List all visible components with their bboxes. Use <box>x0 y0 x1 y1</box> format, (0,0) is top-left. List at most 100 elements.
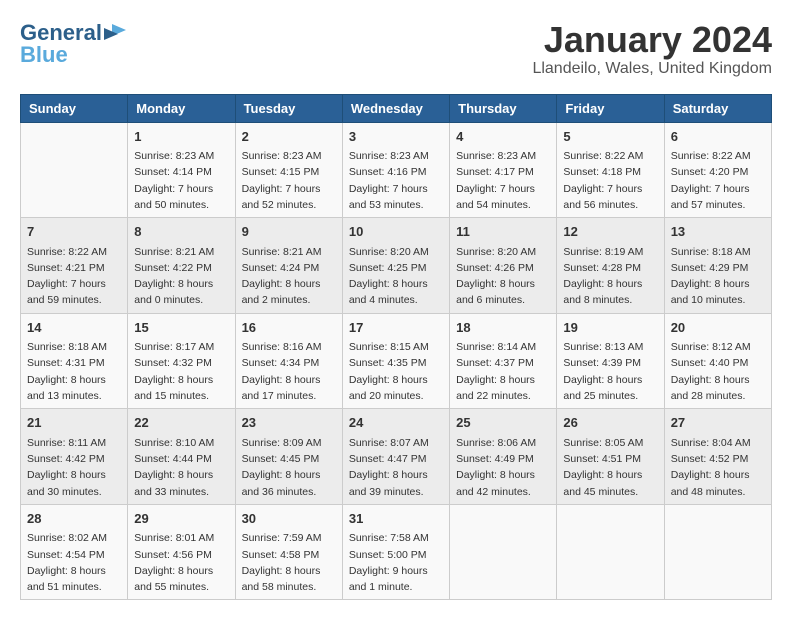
day-number: 29 <box>134 509 228 529</box>
calendar-cell: 25Sunrise: 8:06 AM Sunset: 4:49 PM Dayli… <box>450 409 557 505</box>
calendar-cell: 18Sunrise: 8:14 AM Sunset: 4:37 PM Dayli… <box>450 313 557 409</box>
calendar-cell: 5Sunrise: 8:22 AM Sunset: 4:18 PM Daylig… <box>557 122 664 218</box>
day-number: 9 <box>242 222 336 242</box>
day-number: 26 <box>563 413 657 433</box>
day-number: 19 <box>563 318 657 338</box>
calendar-cell: 11Sunrise: 8:20 AM Sunset: 4:26 PM Dayli… <box>450 218 557 314</box>
day-info: Sunrise: 8:21 AM Sunset: 4:24 PM Dayligh… <box>242 244 336 309</box>
day-info: Sunrise: 8:20 AM Sunset: 4:26 PM Dayligh… <box>456 244 550 309</box>
day-number: 10 <box>349 222 443 242</box>
calendar-cell: 2Sunrise: 8:23 AM Sunset: 4:15 PM Daylig… <box>235 122 342 218</box>
calendar-cell: 12Sunrise: 8:19 AM Sunset: 4:28 PM Dayli… <box>557 218 664 314</box>
calendar-cell: 22Sunrise: 8:10 AM Sunset: 4:44 PM Dayli… <box>128 409 235 505</box>
day-number: 12 <box>563 222 657 242</box>
day-number: 15 <box>134 318 228 338</box>
day-info: Sunrise: 8:22 AM Sunset: 4:21 PM Dayligh… <box>27 244 121 309</box>
month-year-title: January 2024 <box>532 20 772 60</box>
calendar-cell: 6Sunrise: 8:22 AM Sunset: 4:20 PM Daylig… <box>664 122 771 218</box>
day-number: 24 <box>349 413 443 433</box>
calendar-cell: 30Sunrise: 7:59 AM Sunset: 4:58 PM Dayli… <box>235 504 342 600</box>
calendar-table: SundayMondayTuesdayWednesdayThursdayFrid… <box>20 94 772 601</box>
logo-icon <box>104 24 126 42</box>
calendar-cell: 21Sunrise: 8:11 AM Sunset: 4:42 PM Dayli… <box>21 409 128 505</box>
calendar-week-row: 7Sunrise: 8:22 AM Sunset: 4:21 PM Daylig… <box>21 218 772 314</box>
day-number: 8 <box>134 222 228 242</box>
day-number: 7 <box>27 222 121 242</box>
calendar-cell: 23Sunrise: 8:09 AM Sunset: 4:45 PM Dayli… <box>235 409 342 505</box>
day-info: Sunrise: 8:01 AM Sunset: 4:56 PM Dayligh… <box>134 530 228 595</box>
day-number: 16 <box>242 318 336 338</box>
day-number: 20 <box>671 318 765 338</box>
calendar-cell: 20Sunrise: 8:12 AM Sunset: 4:40 PM Dayli… <box>664 313 771 409</box>
day-info: Sunrise: 8:17 AM Sunset: 4:32 PM Dayligh… <box>134 339 228 404</box>
day-info: Sunrise: 8:21 AM Sunset: 4:22 PM Dayligh… <box>134 244 228 309</box>
day-number: 11 <box>456 222 550 242</box>
day-info: Sunrise: 8:23 AM Sunset: 4:15 PM Dayligh… <box>242 148 336 213</box>
day-info: Sunrise: 8:22 AM Sunset: 4:20 PM Dayligh… <box>671 148 765 213</box>
calendar-week-row: 14Sunrise: 8:18 AM Sunset: 4:31 PM Dayli… <box>21 313 772 409</box>
day-info: Sunrise: 8:12 AM Sunset: 4:40 PM Dayligh… <box>671 339 765 404</box>
day-number: 22 <box>134 413 228 433</box>
day-number: 30 <box>242 509 336 529</box>
calendar-cell: 4Sunrise: 8:23 AM Sunset: 4:17 PM Daylig… <box>450 122 557 218</box>
calendar-cell <box>21 122 128 218</box>
day-number: 21 <box>27 413 121 433</box>
calendar-cell <box>664 504 771 600</box>
calendar-cell: 1Sunrise: 8:23 AM Sunset: 4:14 PM Daylig… <box>128 122 235 218</box>
calendar-cell: 13Sunrise: 8:18 AM Sunset: 4:29 PM Dayli… <box>664 218 771 314</box>
calendar-cell: 14Sunrise: 8:18 AM Sunset: 4:31 PM Dayli… <box>21 313 128 409</box>
day-number: 13 <box>671 222 765 242</box>
header-tuesday: Tuesday <box>235 94 342 122</box>
calendar-cell: 10Sunrise: 8:20 AM Sunset: 4:25 PM Dayli… <box>342 218 449 314</box>
day-number: 28 <box>27 509 121 529</box>
day-info: Sunrise: 8:23 AM Sunset: 4:14 PM Dayligh… <box>134 148 228 213</box>
calendar-header-row: SundayMondayTuesdayWednesdayThursdayFrid… <box>21 94 772 122</box>
day-info: Sunrise: 8:23 AM Sunset: 4:16 PM Dayligh… <box>349 148 443 213</box>
day-number: 14 <box>27 318 121 338</box>
day-number: 17 <box>349 318 443 338</box>
calendar-cell: 9Sunrise: 8:21 AM Sunset: 4:24 PM Daylig… <box>235 218 342 314</box>
day-number: 2 <box>242 127 336 147</box>
calendar-cell: 27Sunrise: 8:04 AM Sunset: 4:52 PM Dayli… <box>664 409 771 505</box>
calendar-week-row: 1Sunrise: 8:23 AM Sunset: 4:14 PM Daylig… <box>21 122 772 218</box>
day-info: Sunrise: 8:16 AM Sunset: 4:34 PM Dayligh… <box>242 339 336 404</box>
day-info: Sunrise: 7:58 AM Sunset: 5:00 PM Dayligh… <box>349 530 443 595</box>
day-info: Sunrise: 7:59 AM Sunset: 4:58 PM Dayligh… <box>242 530 336 595</box>
calendar-week-row: 21Sunrise: 8:11 AM Sunset: 4:42 PM Dayli… <box>21 409 772 505</box>
logo: General Blue <box>20 20 126 68</box>
header-sunday: Sunday <box>21 94 128 122</box>
header-wednesday: Wednesday <box>342 94 449 122</box>
calendar-cell: 7Sunrise: 8:22 AM Sunset: 4:21 PM Daylig… <box>21 218 128 314</box>
title-block: January 2024 Llandeilo, Wales, United Ki… <box>532 20 772 78</box>
header-thursday: Thursday <box>450 94 557 122</box>
day-info: Sunrise: 8:11 AM Sunset: 4:42 PM Dayligh… <box>27 435 121 500</box>
calendar-cell: 24Sunrise: 8:07 AM Sunset: 4:47 PM Dayli… <box>342 409 449 505</box>
day-number: 5 <box>563 127 657 147</box>
day-number: 23 <box>242 413 336 433</box>
calendar-cell <box>557 504 664 600</box>
calendar-cell: 17Sunrise: 8:15 AM Sunset: 4:35 PM Dayli… <box>342 313 449 409</box>
day-number: 1 <box>134 127 228 147</box>
header-monday: Monday <box>128 94 235 122</box>
day-info: Sunrise: 8:09 AM Sunset: 4:45 PM Dayligh… <box>242 435 336 500</box>
header-friday: Friday <box>557 94 664 122</box>
day-info: Sunrise: 8:14 AM Sunset: 4:37 PM Dayligh… <box>456 339 550 404</box>
day-number: 3 <box>349 127 443 147</box>
calendar-cell: 31Sunrise: 7:58 AM Sunset: 5:00 PM Dayli… <box>342 504 449 600</box>
header-saturday: Saturday <box>664 94 771 122</box>
day-info: Sunrise: 8:18 AM Sunset: 4:31 PM Dayligh… <box>27 339 121 404</box>
calendar-cell <box>450 504 557 600</box>
day-info: Sunrise: 8:13 AM Sunset: 4:39 PM Dayligh… <box>563 339 657 404</box>
calendar-cell: 16Sunrise: 8:16 AM Sunset: 4:34 PM Dayli… <box>235 313 342 409</box>
day-info: Sunrise: 8:23 AM Sunset: 4:17 PM Dayligh… <box>456 148 550 213</box>
location-subtitle: Llandeilo, Wales, United Kingdom <box>532 60 772 78</box>
calendar-cell: 19Sunrise: 8:13 AM Sunset: 4:39 PM Dayli… <box>557 313 664 409</box>
day-info: Sunrise: 8:19 AM Sunset: 4:28 PM Dayligh… <box>563 244 657 309</box>
calendar-cell: 3Sunrise: 8:23 AM Sunset: 4:16 PM Daylig… <box>342 122 449 218</box>
day-info: Sunrise: 8:05 AM Sunset: 4:51 PM Dayligh… <box>563 435 657 500</box>
day-number: 18 <box>456 318 550 338</box>
day-info: Sunrise: 8:18 AM Sunset: 4:29 PM Dayligh… <box>671 244 765 309</box>
day-info: Sunrise: 8:07 AM Sunset: 4:47 PM Dayligh… <box>349 435 443 500</box>
day-info: Sunrise: 8:02 AM Sunset: 4:54 PM Dayligh… <box>27 530 121 595</box>
day-number: 4 <box>456 127 550 147</box>
